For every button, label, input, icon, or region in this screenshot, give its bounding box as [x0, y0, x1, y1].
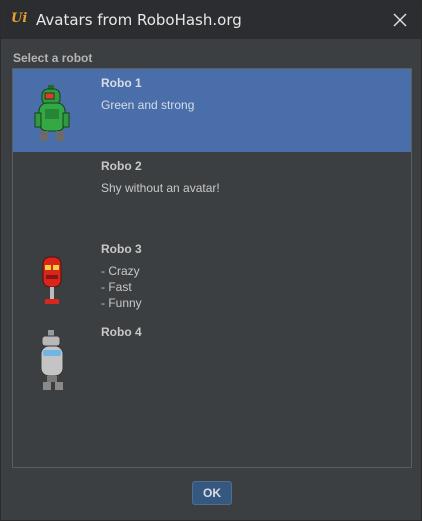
robot-description-line: Green and strong	[101, 98, 195, 112]
robot-description: Green and strong	[101, 97, 194, 113]
title-bar: Ui Avatars from RoboHash.org	[1, 1, 421, 39]
close-icon	[393, 13, 407, 27]
green-robot-icon	[34, 85, 70, 141]
list-item-robo-1[interactable]: Robo 1 Green and strong	[13, 69, 411, 152]
ok-button[interactable]: OK	[192, 481, 232, 505]
list-item-robo-2[interactable]: Robo 2 Shy without an avatar!	[13, 152, 411, 235]
red-robot-icon	[42, 256, 62, 304]
app-logo-icon: Ui	[11, 11, 28, 26]
dialog-window: Ui Avatars from RoboHash.org Select a ro…	[0, 0, 422, 521]
robot-description-line: - Crazy	[101, 264, 140, 278]
list-item-robo-4[interactable]: Robo 4	[13, 318, 411, 401]
robot-description-line: - Funny	[101, 296, 142, 310]
robot-description: Shy without an avatar!	[101, 180, 220, 196]
robot-name: Robo 4	[101, 325, 142, 339]
close-button[interactable]	[385, 6, 415, 34]
gray-robot-icon	[40, 330, 64, 390]
robot-name: Robo 3	[101, 242, 142, 256]
robot-list[interactable]: Robo 1 Green and strong Robo 2 Shy witho…	[12, 68, 412, 468]
section-label: Select a robot	[13, 51, 93, 65]
robot-description-line: Shy without an avatar!	[101, 181, 220, 195]
robot-description-line: - Fast	[101, 280, 132, 294]
window-title: Avatars from RoboHash.org	[36, 11, 242, 29]
robot-name: Robo 2	[101, 159, 142, 173]
list-item-robo-3[interactable]: Robo 3 - Crazy - Fast - Funny	[13, 235, 411, 318]
robot-name: Robo 1	[101, 76, 142, 90]
robot-description: - Crazy - Fast - Funny	[101, 263, 142, 311]
